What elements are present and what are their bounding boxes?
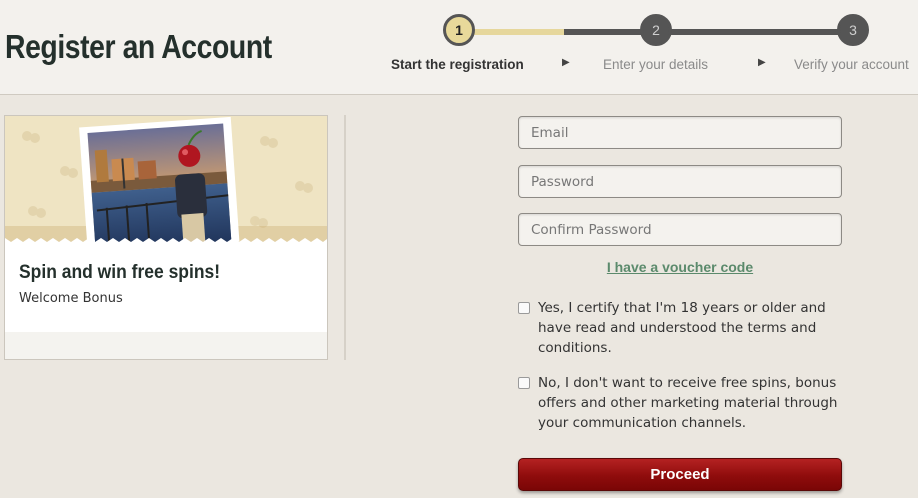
step-1-label: Start the registration bbox=[391, 57, 524, 72]
marketing-opt-out-label: No, I don't want to receive free spins, … bbox=[538, 375, 838, 431]
step-1-indicator: 1 bbox=[443, 14, 475, 46]
promo-title: Spin and win free spins! bbox=[19, 262, 221, 283]
step-3-label: Verify your account bbox=[794, 57, 909, 72]
step-2-indicator: 2 bbox=[640, 14, 672, 46]
promo-subtitle: Welcome Bonus bbox=[19, 291, 123, 306]
chevron-right-icon: ▶ bbox=[758, 57, 766, 68]
email-field[interactable] bbox=[518, 116, 842, 149]
voucher-code-link[interactable]: I have a voucher code bbox=[518, 259, 842, 275]
welcome-bonus-card[interactable]: Spin and win free spins! Welcome Bonus bbox=[4, 115, 328, 360]
column-divider bbox=[344, 115, 346, 360]
chevron-right-icon: ▶ bbox=[562, 57, 570, 68]
promo-banner-image bbox=[5, 116, 327, 244]
confirm-password-field[interactable] bbox=[518, 213, 842, 246]
promo-body: Spin and win free spins! Welcome Bonus bbox=[5, 244, 327, 332]
proceed-button[interactable]: Proceed bbox=[518, 458, 842, 491]
progress-line-pending bbox=[564, 29, 854, 35]
page-header: Register an Account 1 2 3 Start the regi… bbox=[0, 0, 918, 95]
age-terms-checkbox[interactable] bbox=[518, 302, 530, 314]
marketing-opt-out-checkbox[interactable] bbox=[518, 377, 530, 389]
step-2-label: Enter your details bbox=[603, 57, 709, 72]
age-terms-label: Yes, I certify that I'm 18 years or olde… bbox=[538, 300, 826, 356]
step-3-indicator: 3 bbox=[837, 14, 869, 46]
progress-line-complete bbox=[460, 29, 564, 35]
page-title: Register an Account bbox=[5, 28, 272, 65]
password-field[interactable] bbox=[518, 165, 842, 198]
